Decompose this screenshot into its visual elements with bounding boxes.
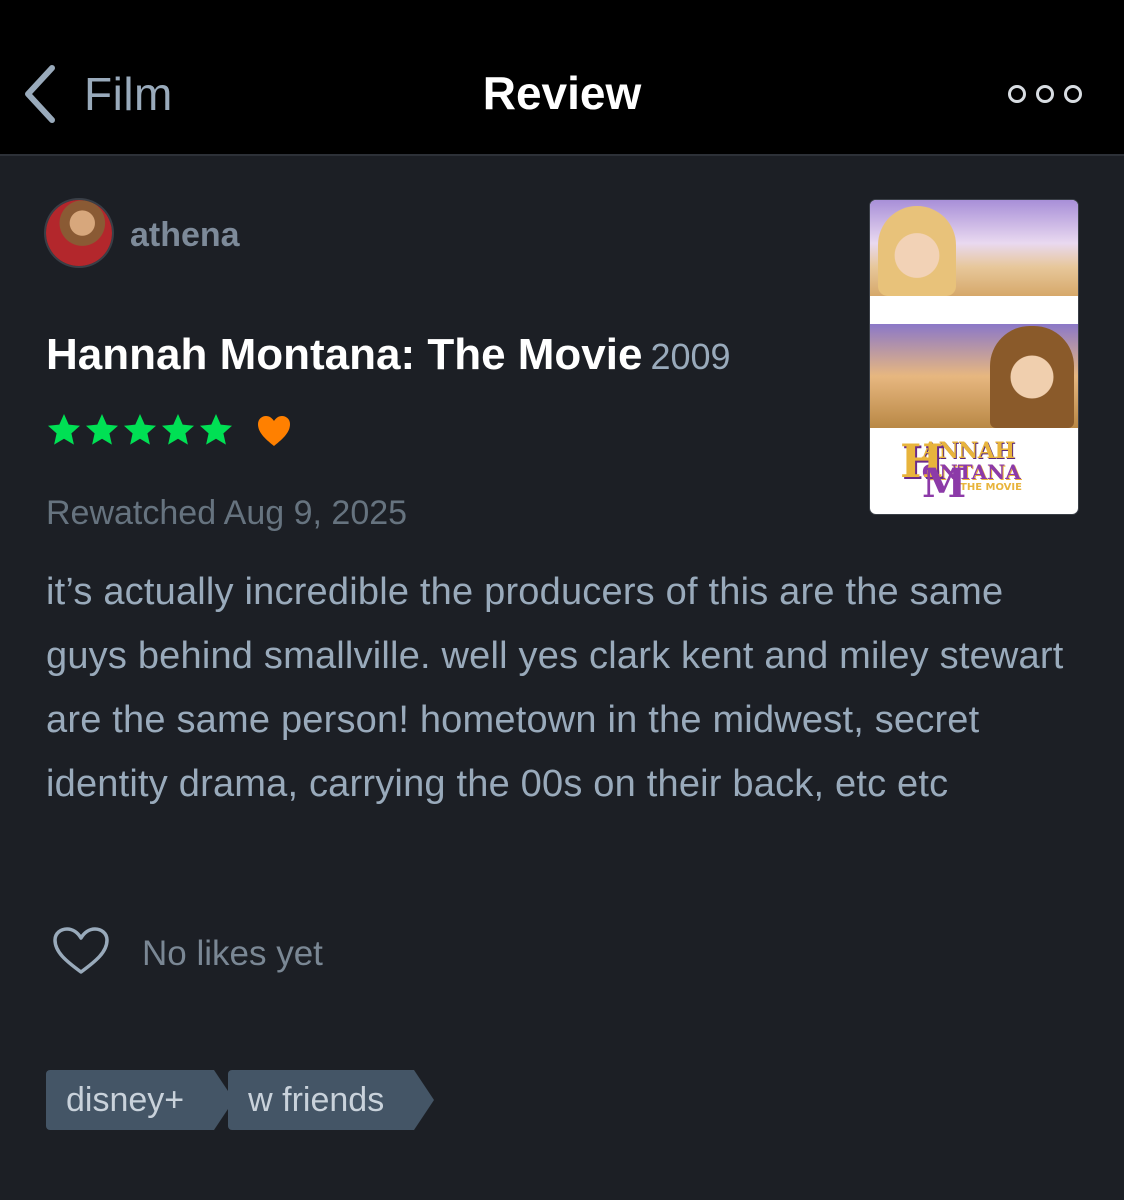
star-icon [48, 414, 80, 445]
film-title-line[interactable]: Hannah Montana: The Movie 2009 [46, 330, 731, 380]
review-screen: Film Review athena Hannah Montana: The M… [0, 0, 1124, 1200]
star-icon [162, 414, 194, 445]
nav-header: Film Review [0, 0, 1124, 156]
star-icon [86, 414, 118, 445]
review-body: it’s actually incredible the producers o… [46, 571, 1064, 805]
watched-date: Rewatched Aug 9, 2025 [46, 494, 408, 532]
film-poster[interactable]: H M ANNAH ONTANA THE MOVIE [870, 200, 1078, 514]
star-icon [200, 414, 232, 445]
more-options-button[interactable] [1008, 82, 1082, 106]
like-review-button[interactable]: No likes yet [52, 926, 323, 981]
star-rating [46, 412, 234, 448]
poster-image-bottom [870, 324, 1078, 428]
heart-outline-icon [52, 926, 110, 981]
tag-item[interactable]: w friends [228, 1070, 435, 1130]
author-name[interactable]: athena [130, 216, 240, 255]
liked-heart-icon [256, 414, 292, 453]
tag-item[interactable]: disney+ [46, 1070, 235, 1130]
poster-logo: H M ANNAH ONTANA THE MOVIE [900, 434, 1022, 507]
film-year: 2009 [650, 336, 731, 377]
likes-count-label: No likes yet [142, 933, 323, 973]
more-dots-icon [1064, 85, 1082, 103]
author-avatar[interactable] [46, 200, 112, 266]
more-dots-icon [1036, 85, 1054, 103]
star-icon [124, 414, 156, 445]
more-dots-icon [1008, 85, 1026, 103]
page-title: Review [482, 67, 642, 119]
poster-image-top [870, 200, 1078, 296]
film-title: Hannah Montana: The Movie [46, 330, 643, 379]
tag-list: disney+ w friends [46, 1070, 435, 1130]
